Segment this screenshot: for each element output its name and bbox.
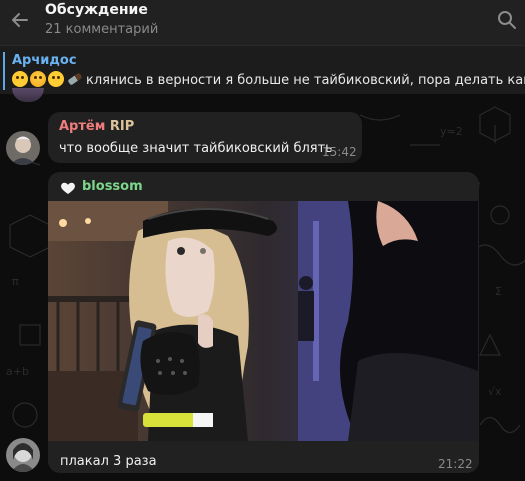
message-caption: плакал 3 раза <box>60 454 157 469</box>
author-badge: RIP <box>109 119 135 134</box>
message-time: 21:22 <box>438 457 473 471</box>
message-time: 15:42 <box>322 145 357 159</box>
flushed-face-icon <box>12 71 28 87</box>
crying-face-icon <box>30 71 46 87</box>
svg-text:√x: √x <box>488 385 502 398</box>
message-bubble[interactable]: blossom плакал 3 раза 21:22 <box>48 172 479 473</box>
message-bubble[interactable]: Артём RIP что вообще значит тайбиковский… <box>48 112 362 163</box>
svg-text:π: π <box>12 275 19 288</box>
message-author: blossom <box>82 179 143 194</box>
knife-icon <box>67 72 83 86</box>
pinned-text: клянись в верности я больше не тайбиковс… <box>86 73 525 88</box>
svg-text:y=2: y=2 <box>440 125 463 138</box>
svg-text:Σ: Σ <box>495 285 502 298</box>
message-text: что вообще значит тайбиковский блять <box>59 141 333 156</box>
arrow-left-icon[interactable] <box>10 10 30 30</box>
white-heart-icon <box>61 182 75 194</box>
comment-count: 21 комментарий <box>45 22 159 37</box>
avatar-blossom[interactable] <box>6 438 40 472</box>
svg-text:a+b: a+b <box>6 365 29 378</box>
chat-title: Обсуждение <box>45 2 148 18</box>
pinned-text-line: клянись в верности я больше не тайбиковс… <box>12 71 525 88</box>
pinned-message[interactable]: Арчидос клянись в верности я больше не т… <box>0 45 525 94</box>
message-author: Артём RIP <box>59 119 135 134</box>
pinned-author: Арчидос <box>12 53 77 68</box>
search-icon[interactable] <box>497 10 517 30</box>
avatar-artem[interactable] <box>6 131 40 165</box>
photo-attachment[interactable] <box>48 201 478 441</box>
flushed-face-icon <box>48 71 64 87</box>
chat-header: Обсуждение 21 комментарий <box>0 0 525 45</box>
pinned-accent-bar <box>3 52 5 90</box>
